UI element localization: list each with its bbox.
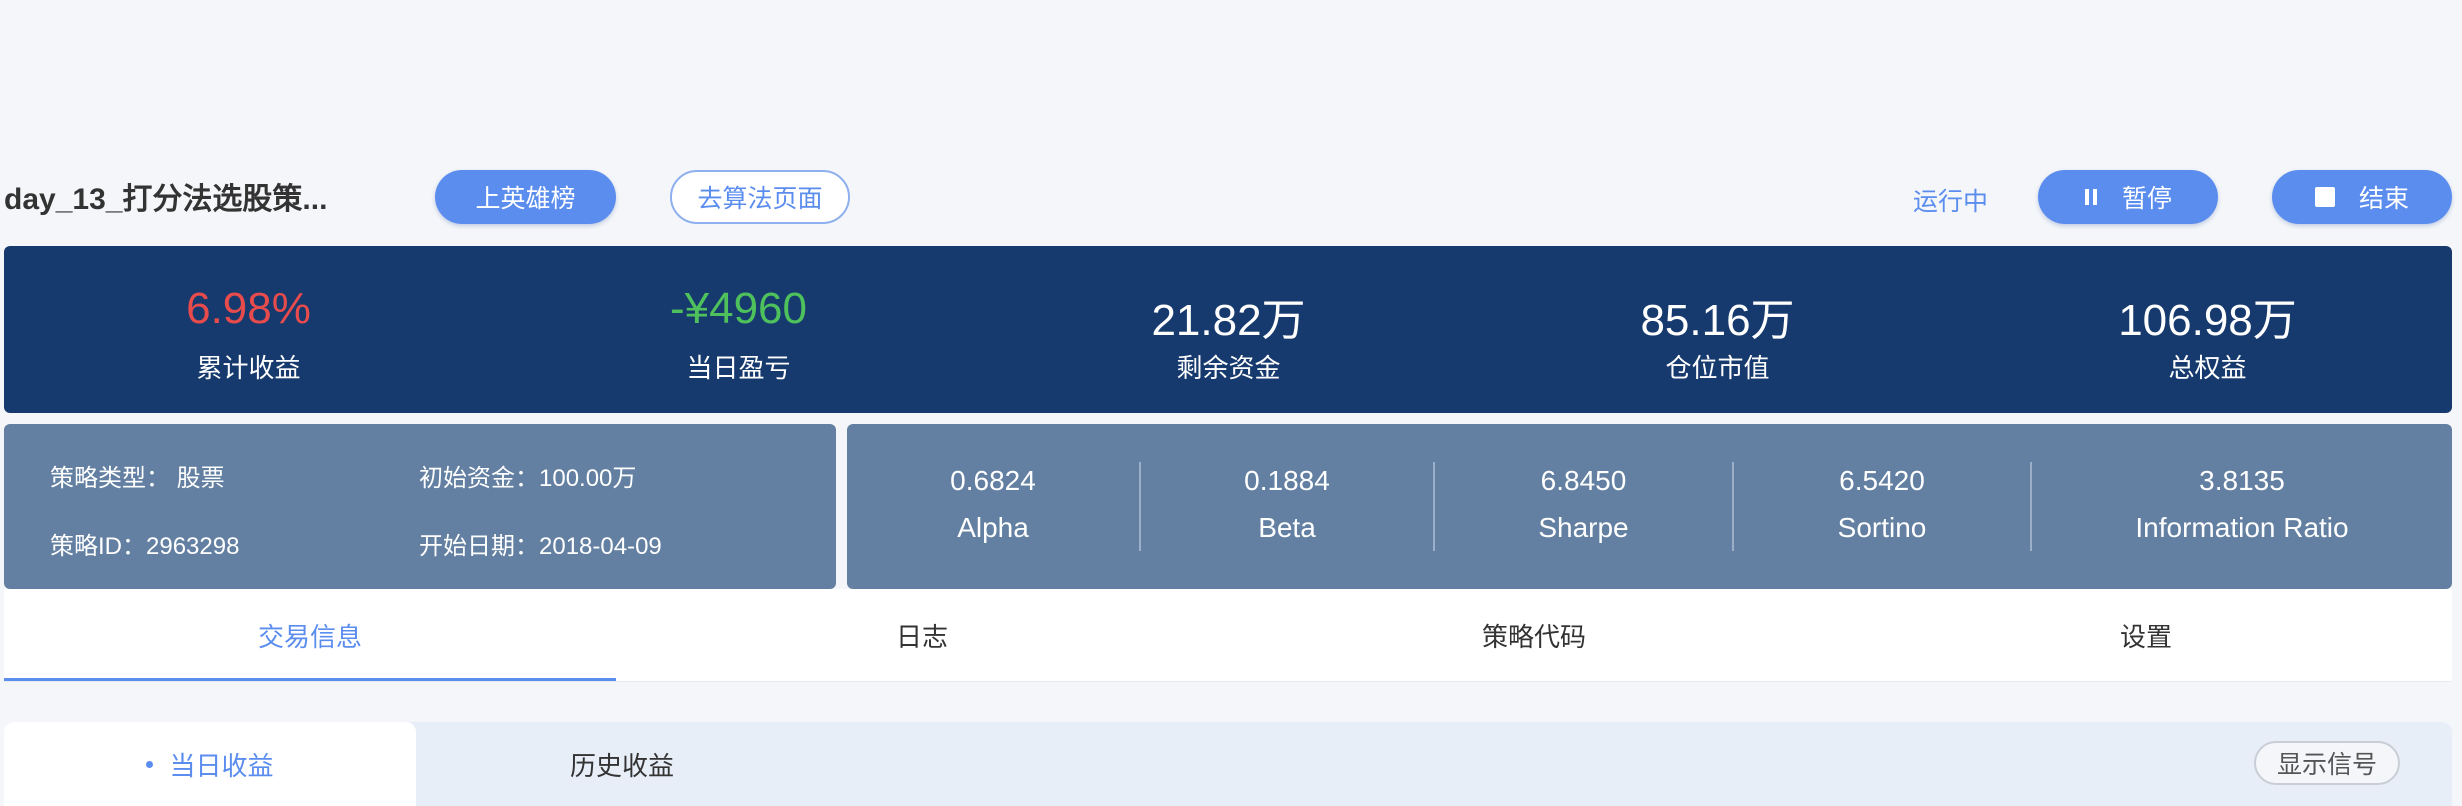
summary-value: 85.16万	[1640, 296, 1795, 345]
subtab-historical-returns[interactable]: 历史收益	[416, 722, 828, 806]
summary-value: 21.82万	[1151, 296, 1306, 345]
subtab-label: 当日收益	[169, 750, 274, 781]
tab-trade-info[interactable]: 交易信息	[4, 589, 616, 681]
summary-value: 6.98%	[186, 284, 311, 333]
stop-button-label: 结束	[2358, 185, 2409, 213]
summary-label: 累计收益	[196, 353, 301, 383]
strategy-title: day_13_打分法选股策...	[4, 183, 328, 216]
tab-logs[interactable]: 日志	[616, 589, 1228, 681]
leaderboard-button[interactable]: 上英雄榜	[435, 170, 616, 224]
strategy-info-panel: 策略类型： 股票 初始资金：100.00万 策略ID：2963298 开始日期：…	[4, 424, 836, 589]
metric-label: Sortino	[1837, 512, 1927, 543]
returns-subtabs: 当日收益 历史收益 显示信号	[4, 722, 2452, 806]
active-dot-icon	[146, 760, 154, 768]
metric-label: Sharpe	[1538, 512, 1629, 543]
algorithm-page-button[interactable]: 去算法页面	[670, 170, 850, 224]
tab-settings[interactable]: 设置	[1840, 589, 2452, 681]
metric-beta: 0.1884 Beta	[1141, 424, 1433, 589]
summary-label: 仓位市值	[1665, 353, 1770, 383]
show-signal-button[interactable]: 显示信号	[2254, 741, 2400, 785]
tab-strategy-code[interactable]: 策略代码	[1228, 589, 1840, 681]
metric-label: Information Ratio	[2135, 512, 2349, 543]
strategy-id: 策略ID：2963298	[50, 533, 240, 560]
metric-sharpe: 6.8450 Sharpe	[1435, 424, 1732, 589]
active-tab-indicator	[4, 678, 616, 681]
metric-value: 6.5420	[1839, 465, 1925, 496]
summary-label: 总权益	[2168, 353, 2247, 383]
metric-value: 0.6824	[950, 465, 1036, 496]
metric-value: 3.8135	[2199, 465, 2285, 496]
summary-remaining-cash: 21.82万 剩余资金	[984, 246, 1473, 413]
summary-label: 当日盈亏	[686, 353, 791, 383]
summary-cumulative-return: 6.98% 累计收益	[4, 246, 493, 413]
summary-label: 剩余资金	[1176, 353, 1281, 383]
initial-capital: 初始资金：100.00万	[419, 465, 637, 492]
metric-label: Alpha	[957, 512, 1029, 543]
metric-label: Beta	[1258, 512, 1316, 543]
pause-button-label: 暂停	[2121, 185, 2172, 213]
metric-value: 6.8450	[1540, 465, 1627, 496]
summary-bar: 6.98% 累计收益 -¥4960 当日盈亏 21.82万 剩余资金 85.16…	[4, 246, 2452, 413]
strategy-type: 策略类型： 股票	[50, 465, 225, 492]
summary-daily-pnl: -¥4960 当日盈亏	[494, 246, 983, 413]
summary-value: 106.98万	[2118, 296, 2297, 345]
metric-sortino: 6.5420 Sortino	[1734, 424, 2030, 589]
start-date: 开始日期：2018-04-09	[419, 533, 662, 560]
metric-value: 0.1884	[1244, 465, 1330, 496]
pause-button[interactable]: 暂停	[2038, 170, 2218, 224]
stop-icon	[2314, 187, 2335, 207]
stop-button[interactable]: 结束	[2272, 170, 2452, 224]
metric-information-ratio: 3.8135 Information Ratio	[2032, 424, 2452, 589]
summary-total-equity: 106.98万 总权益	[1963, 246, 2452, 413]
summary-value: -¥4960	[669, 284, 807, 333]
risk-metrics-panel: 0.6824 Alpha 0.1884 Beta 6.8450 Sharpe 6…	[847, 424, 2452, 589]
summary-position-value: 85.16万 仓位市值	[1473, 246, 1962, 413]
status-label: 运行中	[1913, 188, 1989, 216]
subtab-daily-returns[interactable]: 当日收益	[4, 722, 416, 806]
metric-alpha: 0.6824 Alpha	[847, 424, 1139, 589]
pause-icon	[2084, 189, 2098, 205]
main-tabs: 交易信息 日志 策略代码 设置	[4, 589, 2452, 682]
